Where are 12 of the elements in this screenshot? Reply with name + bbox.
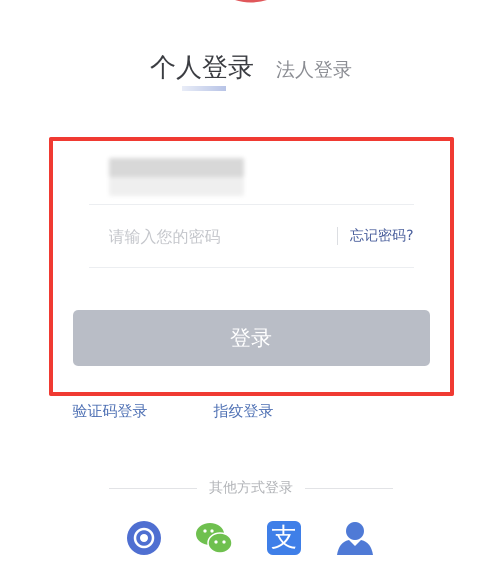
forgot-password-link[interactable]: 忘记密码? <box>350 227 414 245</box>
other-methods-label: 其他方式登录 <box>209 479 293 497</box>
chat-bubbles-icon[interactable] <box>195 521 233 555</box>
alt-login-link[interactable]: 验证码登录 <box>72 402 148 421</box>
pay-app-icon[interactable]: 支 <box>267 521 301 555</box>
logo-arc-icon <box>233 0 269 3</box>
alt-login-link[interactable]: 指纹登录 <box>214 402 274 421</box>
login-tab[interactable]: 法人登录 <box>276 57 352 89</box>
active-tab-underline <box>182 86 226 91</box>
emblem-icon[interactable] <box>127 521 161 555</box>
person-icon[interactable] <box>335 521 375 555</box>
login-tab[interactable]: 个人登录 <box>150 50 254 91</box>
